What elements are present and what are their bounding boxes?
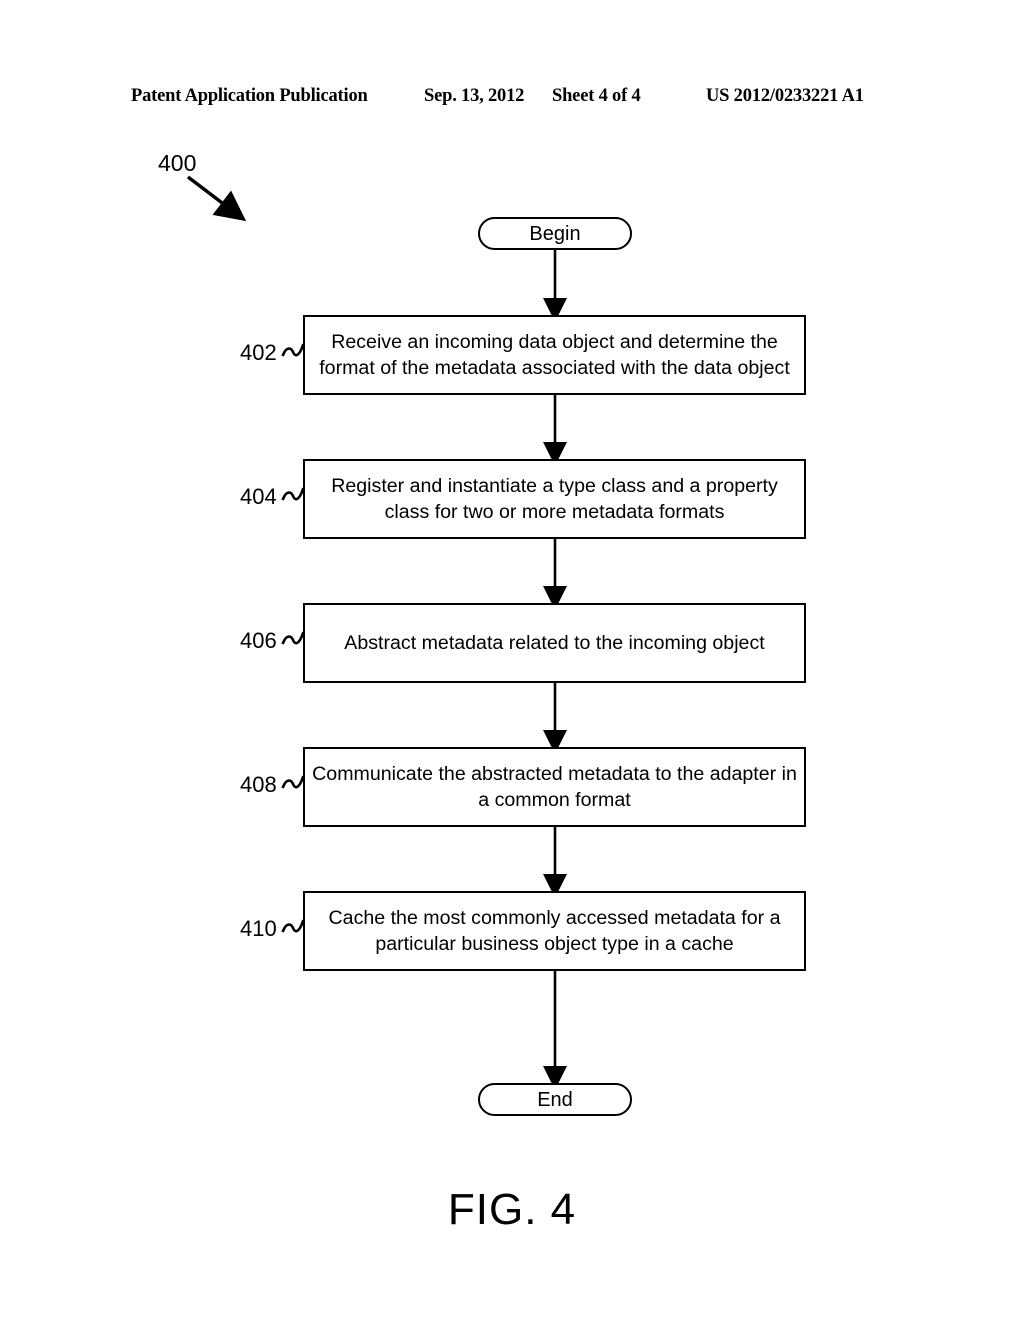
flow-step-406: Abstract metadata related to the incomin… [303, 603, 806, 683]
flow-step-410-text: Cache the most commonly accessed metadat… [328, 906, 781, 955]
flow-node-begin: Begin [478, 217, 632, 250]
leader-line-408-icon [281, 773, 310, 801]
flow-step-410-number: 410 [240, 916, 277, 941]
flow-step-402-text: Receive an incoming data object and dete… [319, 330, 790, 379]
flow-node-end-label: End [537, 1088, 573, 1111]
leader-line-402-icon [281, 341, 310, 369]
flow-node-begin-label: Begin [529, 222, 581, 245]
leader-line-406-icon [281, 629, 310, 657]
flow-node-end: End [478, 1083, 632, 1116]
flow-step-410: Cache the most commonly accessed metadat… [303, 891, 806, 971]
flow-step-408: Communicate the abstracted metadata to t… [303, 747, 806, 827]
leader-line-404-icon [281, 485, 310, 513]
flow-step-404-number: 404 [240, 484, 277, 509]
flow-step-402: Receive an incoming data object and dete… [303, 315, 806, 395]
flow-step-406-number: 406 [240, 628, 277, 653]
flow-step-404-text: Register and instantiate a type class an… [331, 474, 778, 523]
flow-step-408-number: 408 [240, 772, 277, 797]
leader-line-410-icon [281, 917, 310, 945]
flow-step-402-number: 402 [240, 340, 277, 365]
flow-step-408-text: Communicate the abstracted metadata to t… [312, 762, 797, 811]
flow-step-406-text: Abstract metadata related to the incomin… [344, 631, 765, 654]
figure-caption: FIG. 4 [447, 1185, 577, 1234]
flow-step-404: Register and instantiate a type class an… [303, 459, 806, 539]
